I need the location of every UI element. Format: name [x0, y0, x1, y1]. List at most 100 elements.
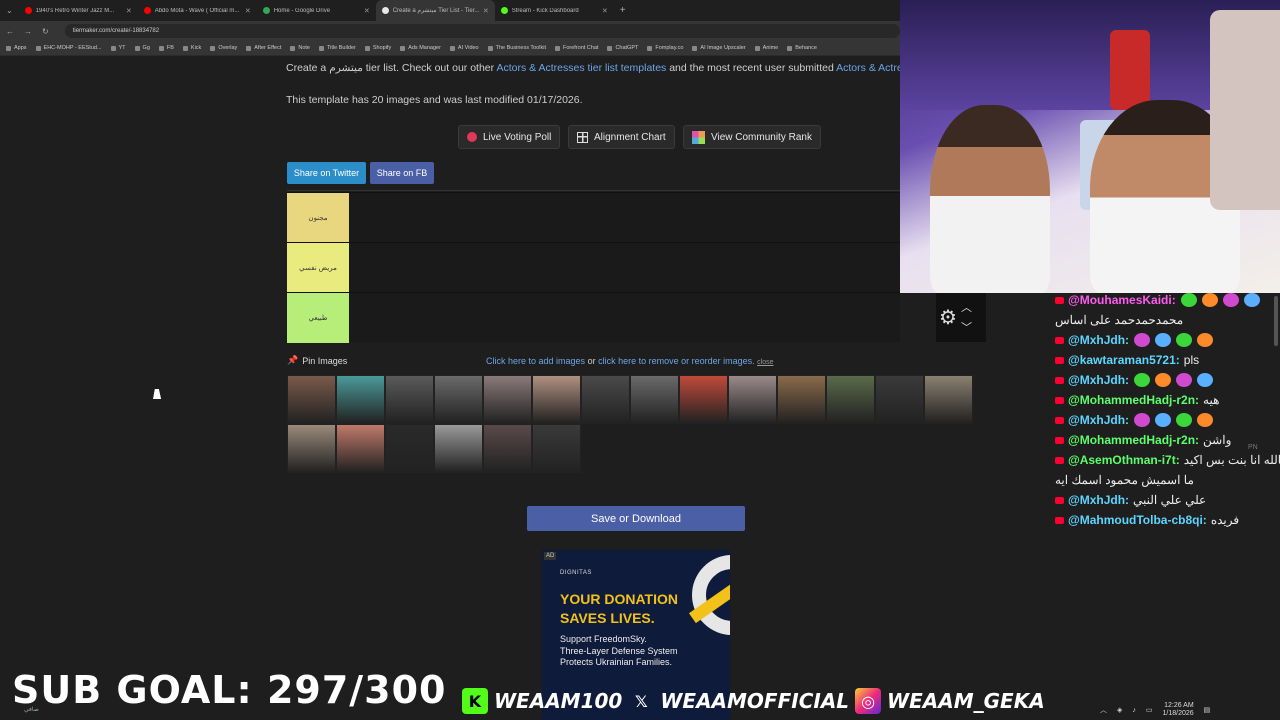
- chat-username[interactable]: @MohammedHadj-r2n:: [1068, 433, 1199, 447]
- instagram-handle: WEAAM_GEKA: [887, 689, 1045, 713]
- curtain-shape: [1210, 10, 1280, 210]
- youtube-icon: [1055, 356, 1064, 364]
- actor-image[interactable]: [336, 375, 385, 424]
- tier-label[interactable]: طبيعي: [287, 293, 349, 343]
- actor-image[interactable]: [385, 375, 434, 424]
- battery-icon[interactable]: ▭: [1146, 706, 1153, 714]
- remove-images-link[interactable]: click here to remove or reorder images.: [598, 356, 755, 366]
- actor-image[interactable]: [679, 375, 728, 424]
- close-tab-icon[interactable]: ✕: [602, 7, 608, 15]
- tab-search-icon[interactable]: ⌄: [0, 6, 19, 15]
- actor-image[interactable]: [483, 424, 532, 473]
- actor-image[interactable]: [385, 424, 434, 473]
- actors-templates-link[interactable]: Actors & Actresses tier list templates: [496, 62, 666, 74]
- actor-image[interactable]: [287, 375, 336, 424]
- tier-row[interactable]: مجنون: [287, 192, 900, 243]
- chat-username[interactable]: @MxhJdh:: [1068, 413, 1129, 427]
- tier-row[interactable]: مريض نفسي: [287, 242, 900, 293]
- tier-label[interactable]: مجنون: [287, 193, 349, 243]
- actor-image[interactable]: [924, 375, 973, 424]
- bookmark-icon: [158, 45, 164, 51]
- tab-2[interactable]: Abdo Mota - Wave ( Official m... ✕: [138, 0, 257, 21]
- reload-icon[interactable]: ↻: [42, 27, 49, 36]
- actor-image[interactable]: [581, 375, 630, 424]
- new-tab-button[interactable]: +: [620, 5, 626, 16]
- actor-image[interactable]: [532, 375, 581, 424]
- close-tab-icon[interactable]: ✕: [483, 7, 489, 15]
- tab-3[interactable]: Home - Google Drive ✕: [257, 0, 376, 21]
- share-twitter-button[interactable]: Share on Twitter: [287, 162, 366, 184]
- bookmark-item[interactable]: The Business Toolkit: [487, 45, 546, 51]
- bookmark-item[interactable]: After Effect: [246, 45, 281, 51]
- chat-username[interactable]: @AsemOthman-i7t:: [1068, 453, 1180, 467]
- actor-image[interactable]: [434, 424, 483, 473]
- bookmark-item[interactable]: Apps: [6, 45, 27, 51]
- chevron-down-icon[interactable]: ﹀: [961, 319, 972, 335]
- actor-image[interactable]: [336, 424, 385, 473]
- chat-username[interactable]: @MxhJdh:: [1068, 373, 1129, 387]
- chat-username[interactable]: @MouhamesKaidi:: [1068, 293, 1176, 307]
- chat-username[interactable]: @MxhJdh:: [1068, 493, 1129, 507]
- close-link[interactable]: close: [757, 359, 773, 366]
- bookmark-item[interactable]: Ads Manager: [400, 45, 441, 51]
- tier-label[interactable]: مريض نفسي: [287, 243, 349, 293]
- chat-username[interactable]: @MohammedHadj-r2n:: [1068, 393, 1199, 407]
- add-images-link[interactable]: Click here to add images: [486, 356, 585, 366]
- bookmark-item[interactable]: Kick: [182, 45, 201, 51]
- actor-image[interactable]: [287, 424, 336, 473]
- chat-username[interactable]: @MahmoudTolba-cb8qi:: [1068, 513, 1207, 527]
- bookmark-item[interactable]: EHC-MOHP - EEStud...: [35, 45, 102, 51]
- back-icon[interactable]: ←: [6, 27, 14, 36]
- actor-image[interactable]: [630, 375, 679, 424]
- actor-image[interactable]: [875, 375, 924, 424]
- bookmark-item[interactable]: ChatGPT: [607, 45, 638, 51]
- bookmark-item[interactable]: Anime: [754, 45, 778, 51]
- tray-chevron-icon[interactable]: ︿: [1100, 705, 1107, 715]
- tab-1[interactable]: 1940's Retro Winter Jazz M... ✕: [19, 0, 138, 21]
- share-fb-button[interactable]: Share on FB: [370, 162, 434, 184]
- youtube-icon: [1055, 376, 1064, 384]
- actor-image[interactable]: [826, 375, 875, 424]
- save-download-button[interactable]: Save or Download: [527, 506, 745, 531]
- clock[interactable]: 12:26 AM 1/18/2026: [1163, 702, 1194, 718]
- bookmark-item[interactable]: FB: [158, 45, 174, 51]
- bookmark-item[interactable]: AI Video: [449, 45, 479, 51]
- actor-image[interactable]: [777, 375, 826, 424]
- bookmark-item[interactable]: Shopify: [364, 45, 391, 51]
- live-voting-poll-button[interactable]: Live Voting Poll: [458, 125, 561, 149]
- close-tab-icon[interactable]: ✕: [364, 7, 370, 15]
- tier-row[interactable]: طبيعي: [287, 292, 900, 343]
- bookmark-item[interactable]: AI Image Upscaler: [692, 45, 746, 51]
- tab-5[interactable]: Stream - Kick Dashboard ✕: [495, 0, 614, 21]
- bookmark-item[interactable]: Note: [290, 45, 310, 51]
- network-icon[interactable]: ◈: [1117, 706, 1122, 714]
- bookmark-icon: [787, 45, 793, 51]
- bookmark-item[interactable]: YT: [110, 45, 126, 51]
- bookmark-item[interactable]: Fomplay.co: [647, 45, 683, 51]
- actor-image[interactable]: [728, 375, 777, 424]
- chat-scrollbar[interactable]: [1274, 296, 1278, 346]
- actor-image[interactable]: [434, 375, 483, 424]
- bookmark-item[interactable]: Overlay: [210, 45, 237, 51]
- bookmark-item[interactable]: Forefront Chat: [554, 45, 598, 51]
- alignment-chart-button[interactable]: Alignment Chart: [568, 125, 675, 149]
- gear-icon[interactable]: ⚙: [939, 305, 957, 330]
- forward-icon[interactable]: →: [24, 27, 32, 36]
- pin-images-toggle[interactable]: 📌 Pin Images: [287, 355, 347, 366]
- chat-username[interactable]: @MxhJdh:: [1068, 333, 1129, 347]
- volume-icon[interactable]: ♪: [1132, 707, 1136, 714]
- close-tab-icon[interactable]: ✕: [245, 7, 251, 15]
- close-tab-icon[interactable]: ✕: [126, 7, 132, 15]
- actor-image[interactable]: [532, 424, 581, 473]
- actor-image[interactable]: [483, 375, 532, 424]
- bookmark-item[interactable]: Gg: [134, 45, 150, 51]
- notification-icon[interactable]: ▤: [1204, 706, 1211, 714]
- chat-username[interactable]: @kawtaraman5721:: [1068, 353, 1180, 367]
- url-field[interactable]: tiermaker.com/create/-18834782: [64, 24, 900, 38]
- bookmark-item[interactable]: Behance: [787, 45, 817, 51]
- view-community-rank-button[interactable]: View Community Rank: [683, 125, 821, 149]
- bookmark-item[interactable]: Title Builder: [319, 45, 356, 51]
- actors-recent-link[interactable]: Actors & Actresses: [836, 62, 900, 74]
- tab-4[interactable]: Create a ميتشرم Tier List - Tier... ✕: [375, 0, 495, 21]
- chevron-up-icon[interactable]: ︿: [961, 299, 972, 315]
